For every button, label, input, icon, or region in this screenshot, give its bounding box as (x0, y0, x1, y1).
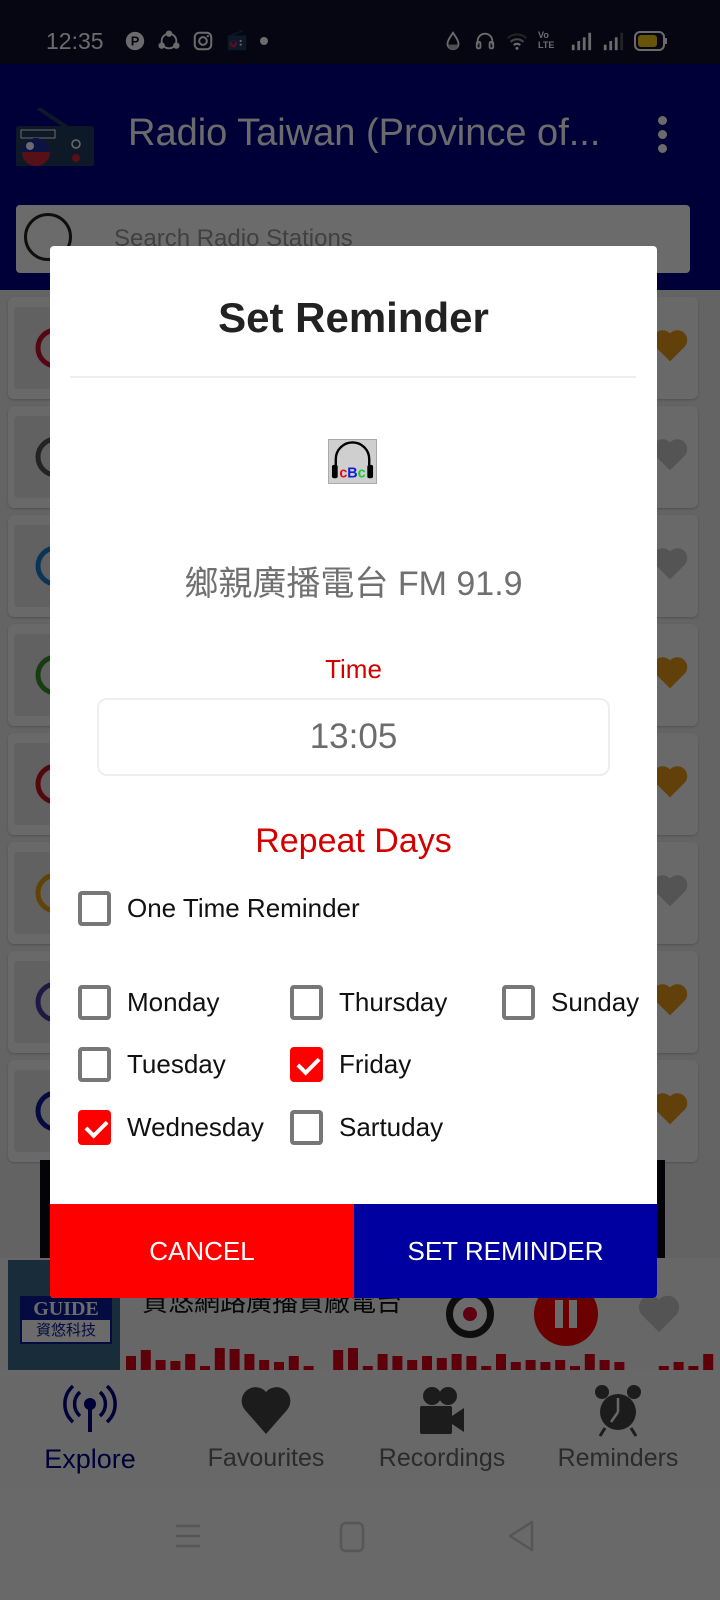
wednesday-checkbox[interactable]: Wednesday (78, 1107, 264, 1147)
sunday-checkbox[interactable]: Sunday (502, 982, 639, 1022)
svg-text:cBc: cBc (339, 465, 365, 481)
checkbox-label: Wednesday (127, 1111, 264, 1142)
checkbox-box[interactable] (290, 1046, 323, 1082)
checkbox-label: One Time Reminder (127, 892, 360, 923)
dialog-title: Set Reminder (218, 294, 489, 341)
station-name: 鄉親廣播電台 FM 91.9 (184, 565, 523, 603)
checkbox-label: Sunday (551, 986, 640, 1017)
thursday-checkbox[interactable]: Thursday (290, 982, 447, 1022)
checkbox-box[interactable] (78, 1046, 111, 1082)
checkbox-box[interactable] (78, 1109, 111, 1145)
dialog-divider (70, 376, 636, 378)
checkbox-label: Thursday (339, 986, 448, 1017)
set-reminder-button[interactable]: SET REMINDER (354, 1204, 657, 1298)
monday-checkbox[interactable]: Monday (78, 982, 220, 1022)
checkbox-box[interactable] (78, 984, 111, 1020)
station-logo: cBc (328, 439, 377, 484)
one-time-reminder-checkbox[interactable]: One Time Reminder (78, 888, 360, 928)
checkbox-label: Sartuday (339, 1111, 444, 1142)
set-reminder-dialog: Set Reminder cBc 鄉親廣播電台 FM 91.9 Time 13:… (50, 246, 657, 1298)
checkbox-label: Monday (127, 986, 220, 1017)
checkbox-label: Tuesday (127, 1048, 226, 1079)
checkbox-box[interactable] (78, 890, 111, 926)
cancel-button[interactable]: CANCEL (50, 1204, 354, 1298)
checkbox-label: Friday (339, 1048, 412, 1079)
saturday-checkbox[interactable]: Sartuday (290, 1107, 443, 1147)
time-label: Time (325, 654, 382, 684)
repeat-days-label: Repeat Days (255, 822, 452, 860)
checkbox-box[interactable] (290, 984, 323, 1020)
time-picker-field[interactable]: 13:05 (97, 698, 610, 776)
checkbox-box[interactable] (502, 984, 535, 1020)
checkbox-box[interactable] (290, 1109, 323, 1145)
tuesday-checkbox[interactable]: Tuesday (78, 1044, 226, 1084)
friday-checkbox[interactable]: Friday (290, 1044, 411, 1084)
